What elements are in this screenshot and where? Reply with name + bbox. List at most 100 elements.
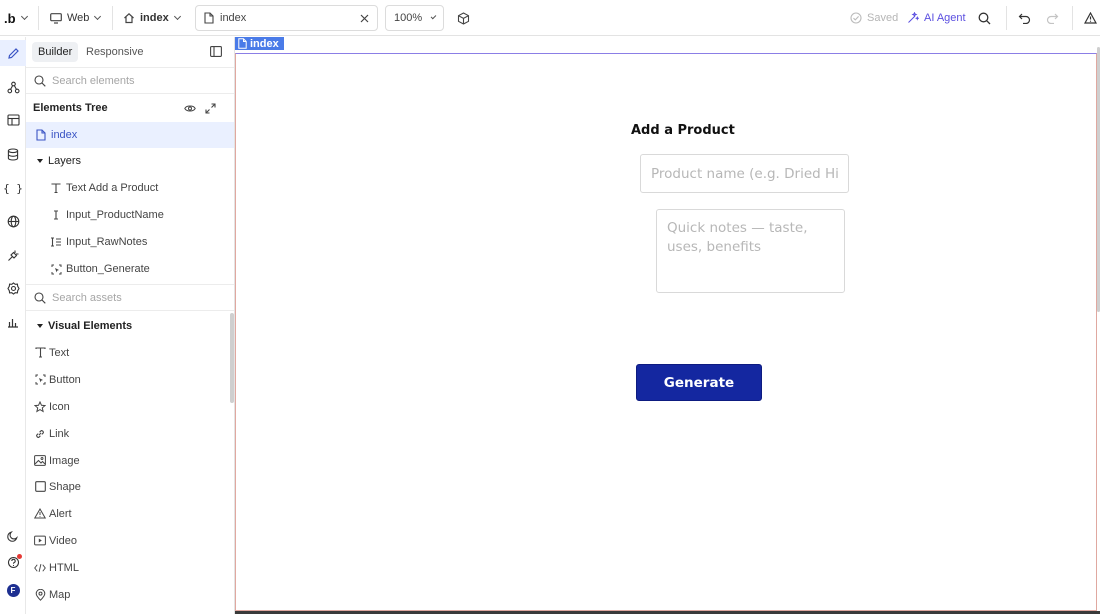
product-name-input[interactable] — [640, 154, 849, 193]
app-logo-menu[interactable]: .b — [4, 0, 34, 36]
search-icon — [34, 291, 46, 304]
rail-code[interactable]: { } — [0, 175, 26, 201]
tree-item-input-productname[interactable]: Input_ProductName — [26, 202, 234, 228]
tab-builder[interactable]: Builder — [32, 42, 79, 62]
rail-settings[interactable] — [0, 275, 26, 301]
warnings-button[interactable] — [1084, 0, 1097, 36]
rail-api[interactable] — [0, 208, 26, 234]
eye-icon[interactable] — [184, 104, 196, 113]
element-label: Image — [49, 454, 80, 467]
code-icon — [34, 563, 46, 573]
star-icon — [34, 400, 46, 413]
rail-plugins[interactable] — [0, 242, 26, 268]
platform-selector[interactable]: Web — [50, 0, 102, 36]
cube-icon — [457, 11, 470, 25]
search-assets-row — [26, 284, 234, 311]
generate-button[interactable]: Generate — [636, 364, 762, 401]
monitor-icon — [50, 12, 62, 24]
image-icon — [34, 455, 46, 466]
rail-components[interactable] — [0, 74, 26, 100]
panel-scrollbar[interactable] — [230, 313, 234, 403]
divider — [38, 6, 39, 30]
elements-tree-header: Elements Tree — [26, 95, 234, 121]
redo-icon — [1046, 12, 1059, 24]
left-icon-rail: { } F — [0, 37, 26, 614]
top-toolbar: .b Web index index 100% Saved AI Agent — [0, 0, 1100, 36]
tree-item-index[interactable]: index — [26, 122, 234, 148]
text-icon — [34, 347, 46, 358]
element-icon[interactable]: Icon — [26, 393, 234, 420]
ai-agent-label: AI Agent — [924, 12, 966, 24]
page-selector[interactable]: index — [123, 0, 181, 36]
chevron-down-icon — [20, 12, 28, 21]
frame-label: index — [250, 37, 279, 50]
tree-item-button-generate[interactable]: Button_Generate — [26, 256, 234, 282]
undo-icon — [1018, 12, 1031, 24]
button-icon — [34, 374, 46, 385]
warning-icon — [1084, 12, 1097, 24]
rail-builder[interactable] — [0, 40, 26, 66]
element-link[interactable]: Link — [26, 420, 234, 447]
pencil-icon — [7, 47, 20, 60]
rail-theme[interactable] — [0, 523, 26, 549]
warning-icon — [34, 508, 46, 519]
element-button[interactable]: Button — [26, 366, 234, 393]
close-icon[interactable] — [360, 14, 369, 23]
rail-analytics[interactable] — [0, 309, 26, 335]
preview-button[interactable] — [457, 0, 470, 36]
chevron-down-icon — [173, 12, 181, 21]
rail-data[interactable] — [0, 141, 26, 167]
panel-tabs: Builder Responsive — [26, 37, 234, 67]
notification-dot — [16, 553, 22, 559]
element-video[interactable]: Video — [26, 527, 234, 554]
element-text[interactable]: Text — [26, 339, 234, 366]
sidebar-toggle-icon[interactable] — [210, 46, 222, 57]
element-image[interactable]: Image — [26, 447, 234, 474]
zoom-selector[interactable]: 100% — [385, 5, 444, 31]
page-label: index — [140, 12, 169, 24]
ai-agent-button[interactable]: AI Agent — [907, 0, 966, 36]
saved-label: Saved — [867, 12, 899, 24]
layout-icon — [6, 114, 20, 126]
undo-button[interactable] — [1018, 0, 1031, 36]
raw-notes-textarea[interactable] — [656, 209, 845, 293]
search-elements-input[interactable] — [52, 74, 212, 87]
chart-icon — [7, 316, 19, 328]
element-html[interactable]: HTML — [26, 554, 234, 581]
file-icon — [35, 129, 47, 141]
caret-down-icon — [37, 159, 43, 163]
open-tab-index[interactable]: index — [195, 5, 378, 31]
rail-layout[interactable] — [0, 107, 26, 133]
divider — [112, 6, 113, 30]
tab-responsive[interactable]: Responsive — [80, 42, 149, 62]
element-map[interactable]: Map — [26, 581, 234, 608]
components-icon — [6, 81, 20, 94]
settings-icon — [6, 281, 20, 295]
magic-wand-icon — [907, 12, 919, 24]
redo-button[interactable] — [1046, 0, 1059, 36]
search-button[interactable] — [978, 0, 991, 36]
tree-item-label: Text Add a Product — [66, 182, 159, 194]
video-icon — [34, 535, 46, 546]
text-cursor-icon — [50, 210, 62, 220]
element-alert[interactable]: Alert — [26, 500, 234, 527]
tree-item-text-add-a-product[interactable]: Text Add a Product — [26, 175, 234, 201]
tree-item-input-rawnotes[interactable]: Input_RawNotes — [26, 229, 234, 255]
rail-account[interactable]: F — [0, 577, 26, 603]
search-assets-input[interactable] — [52, 291, 212, 304]
frame-label-tag[interactable]: index — [235, 37, 284, 50]
rail-help[interactable] — [0, 549, 26, 575]
help-icon — [7, 553, 22, 569]
divider — [1072, 6, 1073, 30]
element-shape[interactable]: Shape — [26, 473, 234, 500]
tree-item-label: Layers — [48, 155, 82, 167]
expand-icon[interactable] — [205, 102, 216, 114]
file-icon — [204, 12, 214, 24]
tree-item-label: index — [51, 129, 78, 141]
link-icon — [34, 428, 46, 440]
element-label: Text — [49, 346, 70, 359]
tree-item-layers[interactable]: Layers — [26, 148, 234, 174]
canvas-title-add-a-product[interactable]: Add a Product — [631, 123, 735, 138]
platform-label: Web — [67, 12, 90, 24]
visual-elements-header[interactable]: Visual Elements — [26, 313, 234, 339]
